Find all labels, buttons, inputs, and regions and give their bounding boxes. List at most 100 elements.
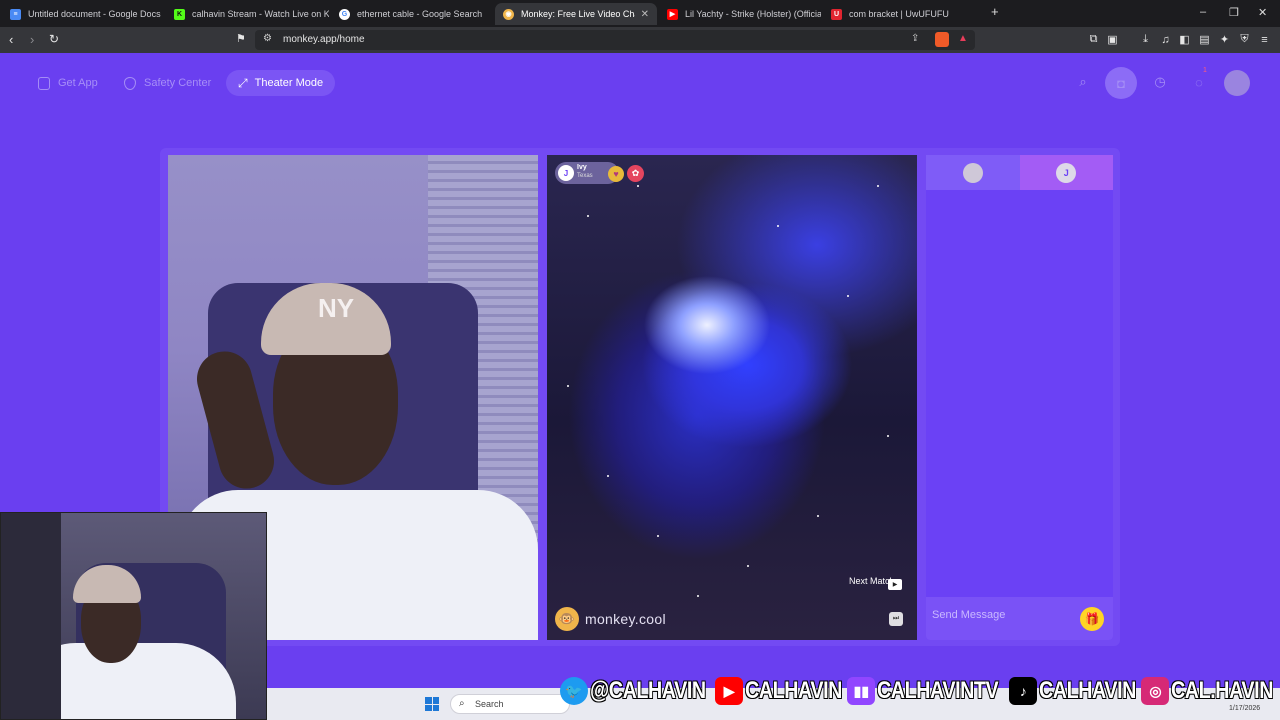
- chat-tabs: J: [926, 155, 1113, 190]
- vpn-icon[interactable]: ⛨: [1238, 33, 1251, 46]
- address-bar[interactable]: ⚙ monkey.app/home ⇪ ▲: [255, 30, 975, 50]
- safety-center-label: Safety Center: [144, 77, 212, 89]
- windows-start-icon[interactable]: [425, 697, 439, 711]
- tab-title: Lil Yachty - Strike (Holster) (Official …: [685, 9, 821, 19]
- browser-toolbar: ‹ › ↻ ⚑ ⚙ monkey.app/home ⇪ ▲ ⧉ ▣ ⤓ ♫ ◧ …: [0, 27, 1280, 53]
- peer-name: Ivy: [577, 164, 587, 171]
- extensions-icon[interactable]: ⧉: [1087, 33, 1100, 46]
- search-icon[interactable]: ⌕: [1073, 72, 1093, 92]
- menu-icon[interactable]: ≡: [1258, 33, 1271, 46]
- peer-info-tag[interactable]: J Ivy Texas ♥: [555, 162, 624, 184]
- wallet-icon[interactable]: ▤: [1198, 33, 1211, 46]
- webcam-room: [1, 513, 61, 719]
- tab-monkey[interactable]: ◉ Monkey: Free Live Video Chat ✕: [495, 3, 657, 25]
- restore-icon[interactable]: ❐: [1229, 6, 1239, 19]
- instagram-handle: ◎ CAL.HAVIN: [1141, 676, 1275, 705]
- youtube-handle-text: CALHAVIN: [745, 676, 844, 705]
- chat-panel: J 🎁: [926, 155, 1113, 640]
- self-avatar: [962, 162, 983, 183]
- profile-avatar[interactable]: [1224, 70, 1250, 96]
- tab-title: Untitled document - Google Docs: [28, 9, 161, 19]
- gift-button[interactable]: 🎁: [1080, 607, 1104, 631]
- back-icon[interactable]: ‹: [9, 32, 13, 47]
- twitch-icon: ▮▮: [847, 677, 876, 705]
- message-composer: 🎁: [926, 597, 1113, 640]
- google-icon: G: [339, 8, 350, 20]
- close-tab-icon[interactable]: ✕: [641, 9, 649, 20]
- reload-icon[interactable]: ↻: [49, 32, 59, 46]
- social-handles-overlay: 🐦 @CALHAVIN ▶ CALHAVIN ▮▮ CALHAVINTV ♪ C…: [560, 673, 1280, 709]
- twitter-icon: 🐦: [560, 677, 588, 705]
- theater-mode-button[interactable]: ⤢ Theater Mode: [226, 70, 336, 96]
- uwufufu-icon: U: [831, 8, 842, 20]
- url-text: monkey.app/home: [283, 34, 365, 45]
- peer-location: Texas: [577, 173, 593, 179]
- watermark-text: monkey.cool: [585, 611, 666, 627]
- notification-count: 1: [1203, 67, 1207, 74]
- tab-youtube[interactable]: ▶ Lil Yachty - Strike (Holster) (Officia…: [659, 3, 821, 25]
- cast-icon[interactable]: ▣: [1106, 33, 1119, 46]
- tab-uwufufu[interactable]: U com bracket | UwUFUFU: [823, 3, 985, 25]
- share-icon[interactable]: ⇪: [911, 33, 919, 44]
- tab-title: calhavin Stream - Watch Live on Kick: [192, 9, 329, 19]
- gift-icon: 🎁: [1084, 612, 1100, 626]
- shield-icon: [124, 76, 136, 90]
- tab-title: Monkey: Free Live Video Chat: [521, 9, 635, 19]
- tab-kick-stream[interactable]: K calhavin Stream - Watch Live on Kick: [166, 3, 329, 25]
- skip-button[interactable]: ⏭: [889, 612, 903, 626]
- brave-shield-icon[interactable]: [935, 32, 949, 47]
- tiktok-handle-text: CALHAVIN: [1039, 676, 1138, 705]
- search-icon: ⌕: [459, 698, 465, 709]
- stranger-video: J Ivy Texas ♥ ✿ Next Match ▶ ⏭ 🐵 monkey.…: [547, 155, 917, 640]
- leo-ai-icon[interactable]: ✦: [1218, 33, 1231, 46]
- monkey-logo-icon: 🐵: [555, 607, 579, 631]
- media-icon[interactable]: ♫: [1159, 33, 1172, 46]
- instagram-handle-text: CAL.HAVIN: [1171, 676, 1275, 705]
- message-input[interactable]: [932, 605, 1072, 625]
- youtube-icon: ▶: [715, 677, 744, 705]
- new-tab-button[interactable]: +: [991, 4, 999, 19]
- safety-center-link[interactable]: Safety Center: [124, 70, 211, 96]
- tab-self[interactable]: [926, 155, 1020, 190]
- twitter-handle: 🐦 @CALHAVIN: [560, 676, 709, 705]
- tab-title: com bracket | UwUFUFU: [849, 9, 949, 19]
- heart-badge-icon: ♥: [608, 166, 624, 182]
- minimize-icon[interactable]: –: [1200, 6, 1206, 18]
- gender-badge-icon: ✿: [627, 165, 644, 182]
- tab-peer[interactable]: J: [1019, 155, 1113, 190]
- phone-icon: [38, 76, 50, 90]
- twitch-handle: ▮▮ CALHAVINTV: [847, 676, 1003, 705]
- twitter-handle-text: @CALHAVIN: [589, 676, 706, 705]
- tiktok-handle: ♪ CALHAVIN: [1009, 676, 1138, 705]
- tab-title: ethernet cable - Google Search: [357, 9, 483, 19]
- streamer-webcam: [0, 512, 267, 720]
- tab-google-docs[interactable]: ≡ Untitled document - Google Docs: [2, 3, 164, 25]
- site-info-icon[interactable]: ⚙: [263, 33, 272, 44]
- brave-rewards-icon[interactable]: ▲: [958, 33, 968, 44]
- youtube-handle: ▶ CALHAVIN: [715, 676, 844, 705]
- expand-icon: ⤢: [238, 75, 248, 90]
- taskbar-search[interactable]: ⌕ Search: [450, 694, 570, 714]
- docs-icon: ≡: [10, 8, 21, 20]
- bookmark-icon[interactable]: ⚑: [236, 32, 246, 45]
- get-app-label: Get App: [58, 77, 98, 89]
- shop-icon[interactable]: ◘: [1105, 67, 1137, 99]
- kick-icon: K: [174, 8, 185, 20]
- twitch-handle-text: CALHAVINTV: [877, 676, 1000, 705]
- tab-google-search[interactable]: G ethernet cable - Google Search: [331, 3, 493, 25]
- sidebar-icon[interactable]: ◧: [1178, 33, 1191, 46]
- peer-avatar: J: [558, 165, 574, 181]
- download-icon[interactable]: ⤓: [1139, 33, 1152, 46]
- tiktok-icon: ♪: [1009, 677, 1038, 705]
- messages-icon[interactable]: ◌ 1: [1189, 67, 1209, 92]
- forward-icon[interactable]: ›: [30, 32, 34, 47]
- next-match-icon[interactable]: ▶: [888, 579, 902, 590]
- peer-chat-avatar: J: [1056, 162, 1077, 183]
- history-icon[interactable]: ◷: [1150, 72, 1170, 92]
- browser-tab-bar: ≡ Untitled document - Google Docs K calh…: [0, 0, 1280, 27]
- get-app-link[interactable]: Get App: [38, 70, 98, 96]
- youtube-icon: ▶: [667, 8, 678, 20]
- theater-mode-label: Theater Mode: [254, 77, 324, 89]
- close-window-icon[interactable]: ✕: [1258, 6, 1267, 19]
- monkey-icon: ◉: [503, 8, 514, 20]
